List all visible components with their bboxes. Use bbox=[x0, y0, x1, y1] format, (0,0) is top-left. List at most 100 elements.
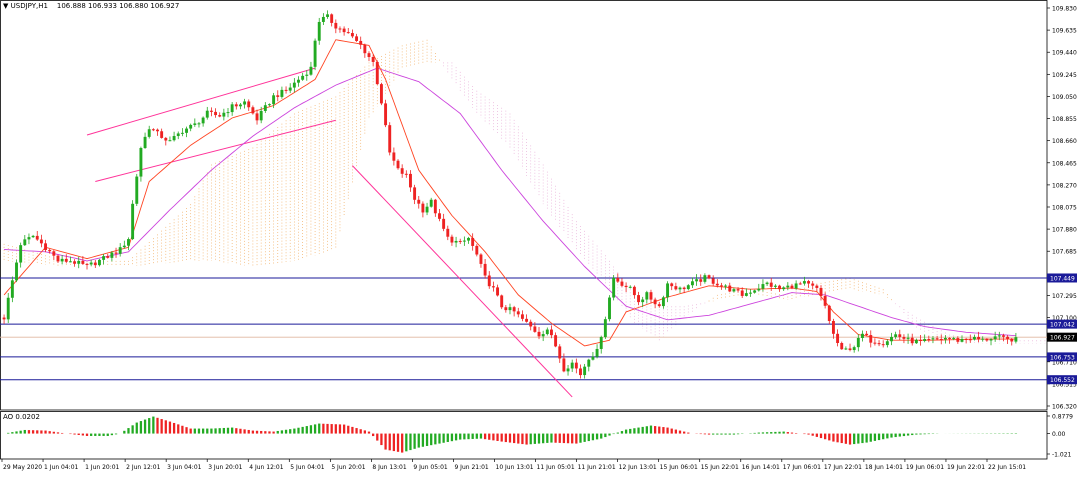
candle[interactable] bbox=[798, 281, 802, 285]
candle[interactable] bbox=[603, 316, 607, 339]
candle[interactable] bbox=[355, 33, 359, 42]
candle[interactable] bbox=[595, 344, 599, 359]
candle[interactable] bbox=[375, 60, 379, 85]
candle[interactable] bbox=[363, 43, 367, 58]
candle[interactable] bbox=[458, 238, 462, 245]
candle[interactable] bbox=[388, 122, 392, 156]
candle[interactable] bbox=[794, 280, 798, 290]
candle[interactable] bbox=[583, 363, 587, 379]
candle[interactable] bbox=[93, 260, 97, 269]
trendline[interactable] bbox=[86, 67, 316, 136]
candle[interactable] bbox=[433, 198, 437, 217]
candle[interactable] bbox=[276, 90, 280, 102]
candle[interactable] bbox=[334, 19, 338, 34]
candle[interactable] bbox=[73, 259, 77, 267]
candle[interactable] bbox=[827, 304, 831, 325]
candle[interactable] bbox=[786, 282, 790, 291]
candle[interactable] bbox=[686, 284, 690, 291]
candle[interactable] bbox=[1010, 338, 1014, 346]
candle[interactable] bbox=[993, 331, 997, 342]
candle[interactable] bbox=[23, 235, 27, 247]
candle[interactable] bbox=[313, 38, 317, 71]
candle[interactable] bbox=[550, 325, 553, 339]
candle[interactable] bbox=[151, 128, 155, 132]
candle[interactable] bbox=[877, 340, 881, 347]
candle[interactable] bbox=[309, 61, 313, 76]
candle[interactable] bbox=[972, 334, 976, 341]
candle[interactable] bbox=[1014, 332, 1018, 344]
candle[interactable] bbox=[554, 332, 558, 348]
candle[interactable] bbox=[346, 27, 350, 34]
candle[interactable] bbox=[649, 289, 653, 304]
candle[interactable] bbox=[44, 239, 47, 253]
candle[interactable] bbox=[894, 331, 898, 339]
candle[interactable] bbox=[761, 279, 765, 292]
candle[interactable] bbox=[301, 72, 305, 81]
candle[interactable] bbox=[230, 102, 234, 116]
candle[interactable] bbox=[632, 285, 636, 299]
candle[interactable] bbox=[114, 247, 118, 258]
candle[interactable] bbox=[749, 289, 752, 297]
candle[interactable] bbox=[695, 274, 699, 286]
candle[interactable] bbox=[910, 333, 914, 346]
candle[interactable] bbox=[442, 213, 446, 232]
candle[interactable] bbox=[753, 289, 757, 294]
candle[interactable] bbox=[127, 237, 130, 251]
candle[interactable] bbox=[807, 279, 811, 288]
candle[interactable] bbox=[226, 108, 230, 118]
candle[interactable] bbox=[280, 86, 284, 99]
candle[interactable] bbox=[757, 283, 761, 292]
candle[interactable] bbox=[251, 105, 255, 115]
candle[interactable] bbox=[919, 334, 922, 346]
candle[interactable] bbox=[890, 332, 893, 346]
candle[interactable] bbox=[939, 334, 943, 345]
candle[interactable] bbox=[189, 123, 193, 132]
candle[interactable] bbox=[6, 292, 10, 323]
candle[interactable] bbox=[429, 197, 433, 208]
candle[interactable] bbox=[172, 131, 176, 142]
candle[interactable] bbox=[744, 288, 748, 297]
candle[interactable] bbox=[653, 297, 657, 309]
candle[interactable] bbox=[268, 103, 271, 107]
candle[interactable] bbox=[367, 51, 371, 62]
candle[interactable] bbox=[450, 234, 454, 246]
candle[interactable] bbox=[425, 202, 429, 216]
candle[interactable] bbox=[562, 353, 566, 373]
candle[interactable] bbox=[765, 281, 769, 286]
candle[interactable] bbox=[516, 307, 520, 318]
candle[interactable] bbox=[599, 335, 603, 354]
candle[interactable] bbox=[612, 275, 616, 301]
candle[interactable] bbox=[778, 284, 781, 292]
candle[interactable] bbox=[255, 109, 259, 125]
candle[interactable] bbox=[545, 327, 549, 336]
candle[interactable] bbox=[417, 196, 421, 209]
candle[interactable] bbox=[566, 365, 570, 376]
candle[interactable] bbox=[201, 116, 205, 127]
candle[interactable] bbox=[836, 329, 840, 347]
candle[interactable] bbox=[156, 128, 159, 136]
candle[interactable] bbox=[147, 125, 151, 139]
candle[interactable] bbox=[861, 330, 864, 342]
candle[interactable] bbox=[176, 131, 180, 140]
candle[interactable] bbox=[678, 286, 682, 293]
candle[interactable] bbox=[674, 282, 678, 291]
candle[interactable] bbox=[243, 98, 247, 109]
candle[interactable] bbox=[869, 330, 873, 348]
candle[interactable] bbox=[454, 236, 458, 248]
candle[interactable] bbox=[102, 254, 106, 265]
candle[interactable] bbox=[164, 136, 168, 146]
candle[interactable] bbox=[579, 364, 582, 379]
candle[interactable] bbox=[475, 244, 479, 257]
candle[interactable] bbox=[927, 335, 931, 343]
candle[interactable] bbox=[906, 333, 910, 344]
candle[interactable] bbox=[209, 107, 213, 117]
candle[interactable] bbox=[197, 121, 201, 128]
candle[interactable] bbox=[379, 82, 383, 106]
candle[interactable] bbox=[421, 201, 425, 218]
candle[interactable] bbox=[2, 314, 6, 324]
candle[interactable] bbox=[359, 36, 363, 50]
candle[interactable] bbox=[587, 358, 591, 372]
candle[interactable] bbox=[620, 278, 624, 288]
candle[interactable] bbox=[707, 274, 711, 280]
candle[interactable] bbox=[881, 340, 885, 348]
